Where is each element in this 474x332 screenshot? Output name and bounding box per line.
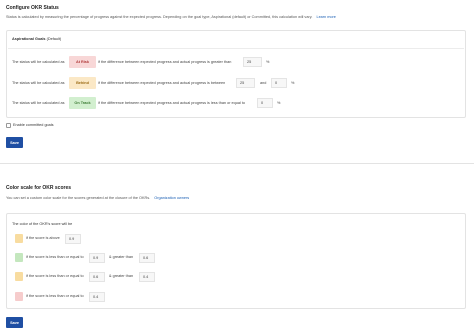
behind-badge: Behind: [69, 77, 96, 89]
color-scale-save-button[interactable]: Save: [6, 317, 23, 328]
panel-title: Aspirational Goals (Default): [12, 37, 61, 41]
score-color-swatch-medium[interactable]: [15, 272, 23, 281]
behind-lower-input[interactable]: 0: [271, 78, 287, 88]
score-rule-text: if the score is less than or equal to: [26, 274, 84, 278]
and-label: and: [260, 81, 267, 85]
enable-committed-goals-label[interactable]: Enable committed goals: [13, 123, 54, 127]
score-rule-text: if the score is less than or equal to: [26, 255, 84, 259]
status-row-text: if the difference between expected progr…: [98, 101, 246, 105]
score-rule-gt-text: & greater than: [109, 255, 134, 259]
score-le-input[interactable]: 0.4: [89, 292, 105, 302]
status-row-text: if the difference between expected progr…: [98, 60, 232, 64]
on-track-badge: On Track: [69, 97, 96, 109]
color-scale-title: Color scale for OKR scores: [6, 185, 72, 191]
color-scale-description-text: You can set a custom color scale for the…: [6, 196, 151, 200]
enable-committed-goals-checkbox[interactable]: [6, 123, 11, 128]
aspirational-goals-panel: Aspirational Goals (Default) The status …: [6, 30, 466, 118]
score-above-input[interactable]: 0.9: [65, 234, 81, 244]
score-color-swatch-good[interactable]: [15, 253, 23, 262]
on-track-threshold-input[interactable]: 0: [257, 98, 273, 108]
okr-status-description: Status is calculated by measuring the pe…: [6, 15, 336, 19]
at-risk-badge: At Risk: [69, 56, 96, 68]
score-rule-gt-text: & greater than: [109, 274, 134, 278]
color-scale-description: You can set a custom color scale for the…: [6, 196, 189, 200]
section-divider: [0, 163, 474, 164]
at-risk-threshold-input[interactable]: 25: [243, 57, 262, 67]
panel-separator: [8, 48, 464, 49]
percent-unit: %: [266, 60, 270, 64]
color-scale-panel: The color of the OKR's score will be if …: [6, 213, 466, 309]
panel-title-main: Aspirational Goals: [12, 37, 46, 41]
score-rule-text: if the score is above: [26, 236, 60, 240]
score-gt-input[interactable]: 0.6: [139, 253, 155, 263]
score-gt-input[interactable]: 0.4: [139, 272, 155, 282]
color-scale-panel-title: The color of the OKR's score will be: [12, 222, 73, 226]
percent-unit: %: [291, 81, 295, 85]
panel-title-suffix: (Default): [45, 37, 62, 41]
behind-upper-input[interactable]: 25: [236, 78, 255, 88]
status-row-prefix: The status will be calculated as: [12, 81, 65, 85]
score-color-swatch-high[interactable]: [15, 234, 23, 243]
status-row-text: if the difference between expected progr…: [98, 81, 226, 85]
score-rule-text: if the score is less than or equal to: [26, 294, 84, 298]
okr-status-title: Configure OKR Status: [6, 5, 59, 11]
percent-unit: %: [277, 101, 281, 105]
organization-owners-link[interactable]: Organization owners: [154, 196, 189, 200]
status-row-prefix: The status will be calculated as: [12, 60, 65, 64]
learn-more-link[interactable]: Learn more: [316, 15, 335, 19]
score-le-input[interactable]: 0.9: [89, 253, 105, 263]
okr-status-description-text: Status is calculated by measuring the pe…: [6, 15, 313, 19]
okr-status-save-button[interactable]: Save: [6, 137, 23, 148]
status-row-prefix: The status will be calculated as: [12, 101, 65, 105]
score-le-input[interactable]: 0.6: [89, 272, 105, 282]
score-color-swatch-low[interactable]: [15, 292, 23, 301]
